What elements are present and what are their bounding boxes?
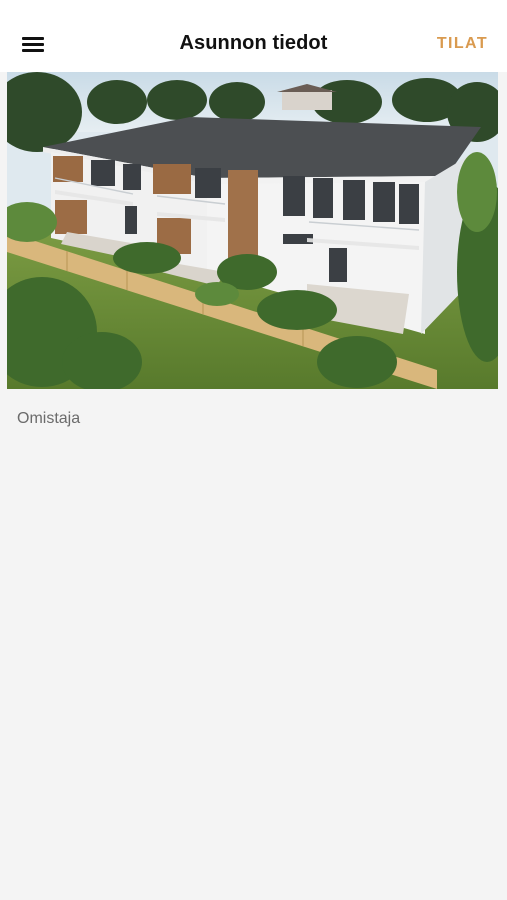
app-bar: Asunnon tiedot TILAT: [0, 0, 507, 72]
page-title: Asunnon tiedot: [179, 32, 328, 54]
building-photo: [7, 72, 498, 389]
tilat-button[interactable]: TILAT: [437, 35, 488, 53]
owner-label: Omistaja: [17, 410, 81, 427]
building-illustration: [7, 72, 498, 389]
